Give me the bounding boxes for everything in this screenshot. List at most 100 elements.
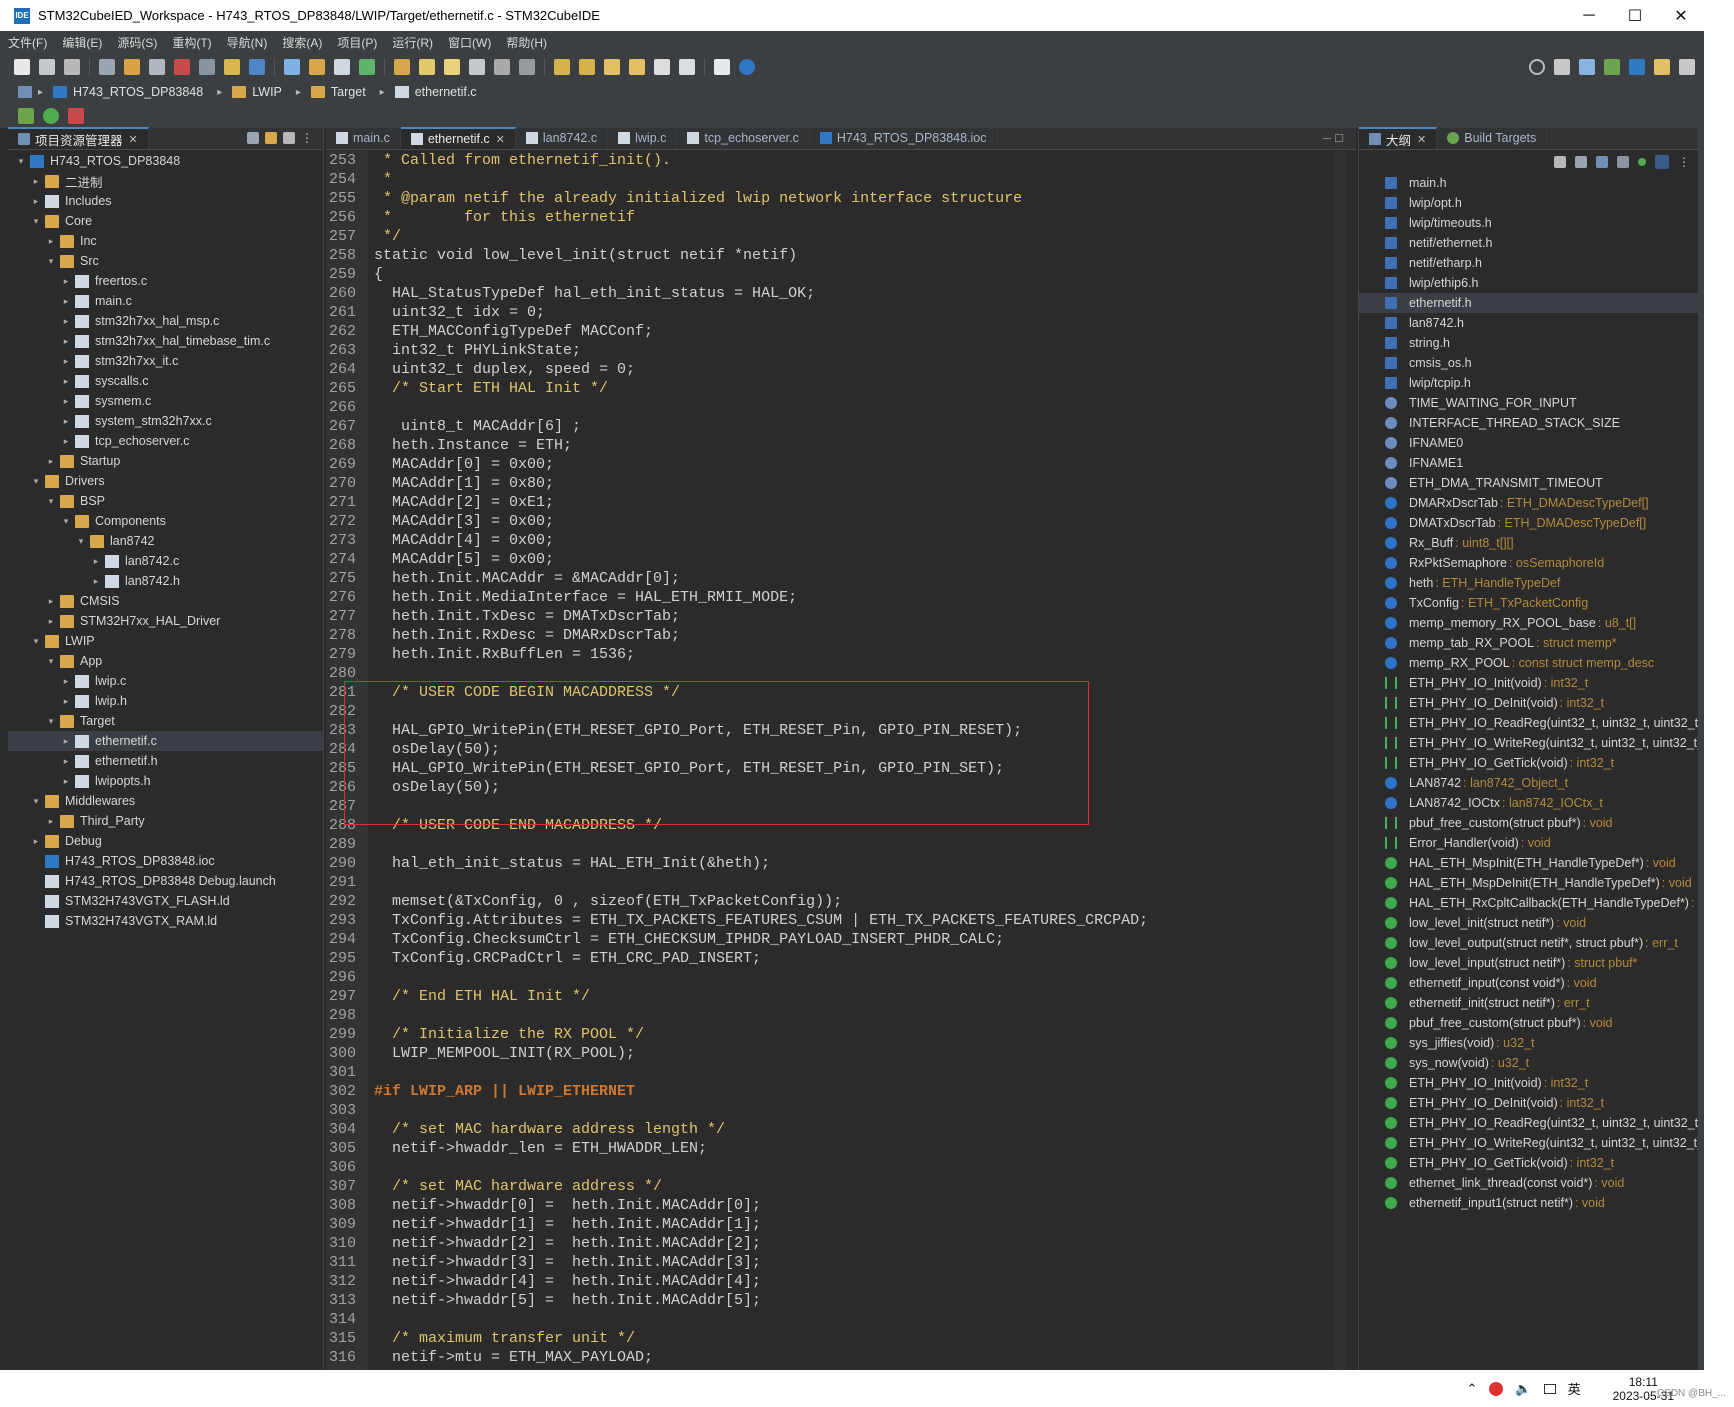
code-line[interactable]: 310 netif->hwaddr[2] = heth.Init.MACAddr… (326, 1234, 1356, 1253)
close-icon[interactable]: ✕ (1417, 133, 1426, 146)
code-line[interactable]: 265 /* Start ETH HAL Init */ (326, 379, 1356, 398)
tree-item[interactable]: H743_RTOS_DP83848.ioc (8, 851, 323, 871)
link-editor-icon[interactable] (265, 132, 277, 144)
code-line[interactable]: 301 (326, 1063, 1356, 1082)
outline-item[interactable]: pbuf_free_custom(struct pbuf*): void (1359, 813, 1698, 833)
outline-item[interactable]: lwip/timeouts.h (1359, 213, 1698, 233)
code-line[interactable]: 289 (326, 835, 1356, 854)
code-line[interactable]: 284 osDelay(50); (326, 740, 1356, 759)
outline-item[interactable]: LAN8742_IOCtx: lan8742_IOCtx_t (1359, 793, 1698, 813)
code-line[interactable]: 278 heth.Init.RxDesc = DMARxDscrTab; (326, 626, 1356, 645)
next-annotation-icon[interactable] (554, 58, 570, 75)
code-line[interactable]: 259 { (326, 265, 1356, 284)
new-class-icon[interactable] (284, 58, 300, 75)
tree-item[interactable]: STM32H743VGTX_RAM.ld (8, 911, 323, 931)
chevron-down-icon[interactable]: ▾ (29, 476, 43, 487)
chevron-down-icon[interactable]: ▾ (29, 796, 43, 807)
chevron-down-icon[interactable]: ▾ (59, 516, 73, 527)
outline-item[interactable]: LAN8742: lan8742_Object_t (1359, 773, 1698, 793)
prev-annotation-icon[interactable] (579, 58, 595, 75)
outline-item[interactable]: ethernetif_init(struct netif*): err_t (1359, 993, 1698, 1013)
outline-item[interactable]: ETH_DMA_TRANSMIT_TIMEOUT (1359, 473, 1698, 493)
device-config-icon[interactable] (174, 58, 190, 75)
block-select-icon[interactable] (494, 58, 510, 75)
chevron-right-icon[interactable]: ▸ (59, 336, 73, 347)
menu-item-0[interactable]: 文件(F) (8, 34, 47, 51)
chevron-right-icon[interactable]: ▸ (59, 696, 73, 707)
breadcrumb-item-target[interactable]: Target (310, 85, 366, 99)
tree-item[interactable]: ▸ stm32h7xx_hal_timebase_tim.c (8, 331, 323, 351)
last-edit-icon[interactable] (604, 58, 620, 75)
collapse-all-icon[interactable] (247, 132, 259, 144)
chevron-right-icon[interactable]: ▸ (59, 316, 73, 327)
tree-item[interactable]: ▸ freertos.c (8, 271, 323, 291)
outline-item[interactable]: ethernetif_input(const void*): void (1359, 973, 1698, 993)
outline-item[interactable]: main.h (1359, 173, 1698, 193)
chevron-down-icon[interactable]: ▾ (29, 636, 43, 647)
code-line[interactable]: 314 (326, 1310, 1356, 1329)
tree-item[interactable]: ▸ lwipopts.h (8, 771, 323, 791)
code-line[interactable]: 277 heth.Init.TxDesc = DMATxDscrTab; (326, 607, 1356, 626)
code-line[interactable]: 307 /* set MAC hardware address */ (326, 1177, 1356, 1196)
outline-item[interactable]: heth: ETH_HandleTypeDef (1359, 573, 1698, 593)
link-editor-icon[interactable] (1655, 155, 1669, 169)
code-line[interactable]: 282 (326, 702, 1356, 721)
editor-tab[interactable]: main.c (326, 127, 401, 149)
code-line[interactable]: 306 (326, 1158, 1356, 1177)
code-line[interactable]: 267 uint8_t MACAddr[6] ; (326, 417, 1356, 436)
chevron-right-icon[interactable]: ▸ (29, 176, 43, 187)
code-line[interactable]: 273 MACAddr[4] = 0x00; (326, 531, 1356, 550)
outline-item[interactable]: ETH_PHY_IO_GetTick(void): int32_t (1359, 753, 1698, 773)
device-perspective-icon[interactable] (1654, 58, 1670, 75)
tray-app-icon[interactable] (1489, 1381, 1504, 1396)
chevron-down-icon[interactable]: ▾ (14, 156, 28, 167)
outline-item[interactable]: ETH_PHY_IO_ReadReg(uint32_t, uint32_t, u… (1359, 1113, 1698, 1133)
code-line[interactable]: 297 /* End ETH HAL Init */ (326, 987, 1356, 1006)
code-line[interactable]: 256 * for this ethernetif (326, 208, 1356, 227)
build-all-icon[interactable] (149, 58, 165, 75)
outline-item[interactable]: cmsis_os.h (1359, 353, 1698, 373)
outline-item[interactable]: low_level_init(struct netif*): void (1359, 913, 1698, 933)
outline-item[interactable]: sys_now(void): u32_t (1359, 1053, 1698, 1073)
chevron-right-icon[interactable]: ▸ (29, 196, 43, 207)
code-line[interactable]: 268 heth.Instance = ETH; (326, 436, 1356, 455)
code-line[interactable]: 300 LWIP_MEMPOOL_INIT(RX_POOL); (326, 1044, 1356, 1063)
tree-item[interactable]: ▾ Middlewares (8, 791, 323, 811)
close-icon[interactable]: ✕ (496, 133, 505, 146)
code-line[interactable]: 281 /* USER CODE BEGIN MACADDRESS */ (326, 683, 1356, 702)
code-line[interactable]: 315 /* maximum transfer unit */ (326, 1329, 1356, 1348)
tree-item[interactable]: ▸ lwip.c (8, 671, 323, 691)
tree-item[interactable]: ▸ stm32h7xx_hal_msp.c (8, 311, 323, 331)
minimize-maximize-icon[interactable]: ─ ☐ (1323, 132, 1344, 145)
menu-item-9[interactable]: 帮助(H) (506, 34, 547, 51)
chevron-right-icon[interactable]: ▸ (59, 356, 73, 367)
outline-item[interactable]: HAL_ETH_RxCpltCallback(ETH_HandleTypeDef… (1359, 893, 1698, 913)
code-line[interactable]: 274 MACAddr[5] = 0x00; (326, 550, 1356, 569)
code-line[interactable]: 263 int32_t PHYLinkState; (326, 341, 1356, 360)
editor-tab[interactable]: tcp_echoserver.c (677, 127, 810, 149)
outline-item[interactable]: ETH_PHY_IO_Init(void): int32_t (1359, 673, 1698, 693)
tab-outline[interactable]: 大纲 ✕ (1359, 127, 1438, 149)
network-icon[interactable] (1543, 1383, 1556, 1394)
code-line[interactable]: 302 #if LWIP_ARP || LWIP_ETHERNET (326, 1082, 1356, 1101)
code-line[interactable]: 257 */ (326, 227, 1356, 246)
save-all-icon[interactable] (64, 58, 80, 75)
code-line[interactable]: 255 * @param netif the already initializ… (326, 189, 1356, 208)
outline-item[interactable]: RxPktSemaphore: osSemaphoreId (1359, 553, 1698, 573)
tree-item[interactable]: ▸ Third_Party (8, 811, 323, 831)
tree-item[interactable]: ▸ ethernetif.h (8, 751, 323, 771)
code-line[interactable]: 266 (326, 398, 1356, 417)
outline-item[interactable]: memp_tab_RX_POOL: struct memp* (1359, 633, 1698, 653)
editor-tab[interactable]: ethernetif.c ✕ (400, 127, 516, 149)
outline-item[interactable]: lwip/ethip6.h (1359, 273, 1698, 293)
chevron-right-icon[interactable]: ▸ (59, 376, 73, 387)
outline-item[interactable]: ETH_PHY_IO_DeInit(void): int32_t (1359, 1093, 1698, 1113)
tree-item[interactable]: ▸ Debug (8, 831, 323, 851)
view-menu-icon[interactable]: ⋮ (301, 131, 313, 145)
build-hammer-icon[interactable] (124, 58, 140, 75)
code-line[interactable]: 272 MACAddr[3] = 0x00; (326, 512, 1356, 531)
code-line[interactable]: 298 (326, 1006, 1356, 1025)
outline-item[interactable]: TIME_WAITING_FOR_INPUT (1359, 393, 1698, 413)
chevron-right-icon[interactable]: ▸ (44, 596, 58, 607)
filter-icon[interactable] (283, 132, 295, 144)
